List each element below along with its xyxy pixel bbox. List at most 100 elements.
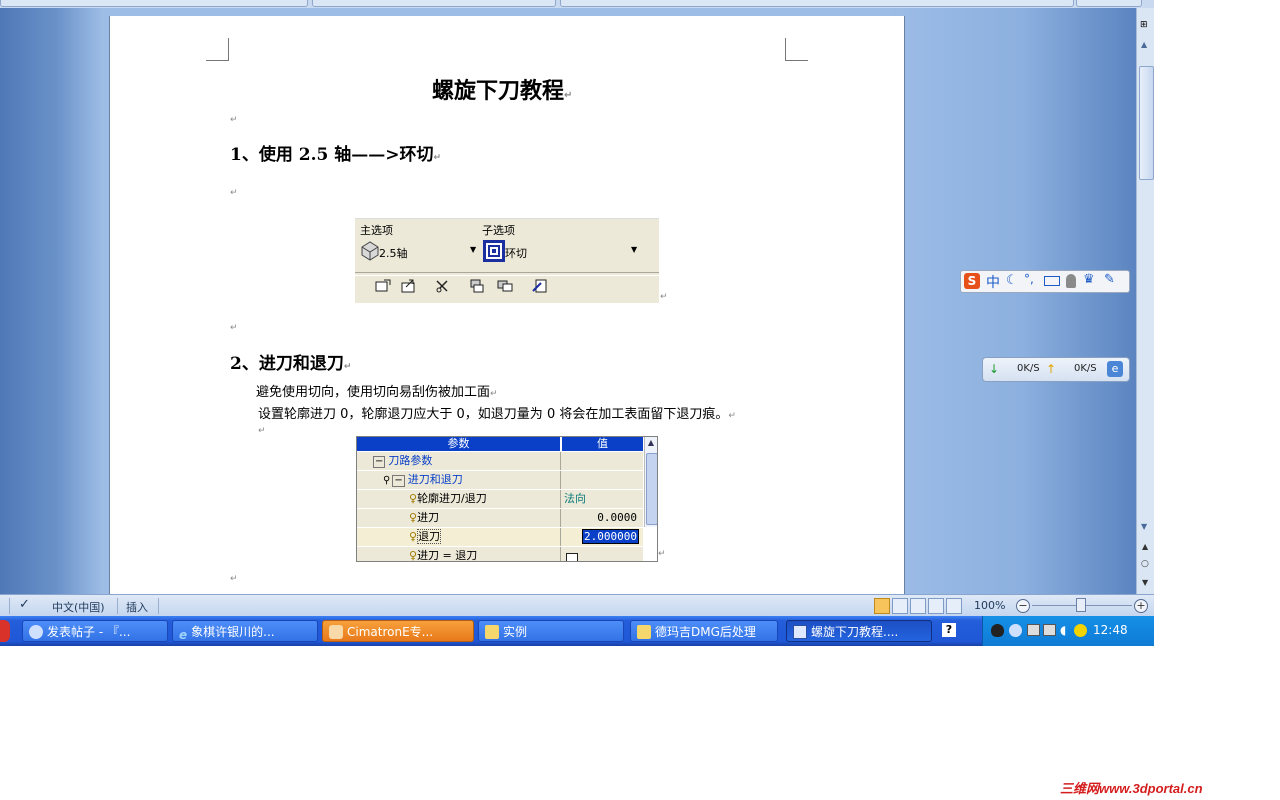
main-option-label: 主选项 xyxy=(360,224,393,237)
ie-icon[interactable]: e xyxy=(1107,361,1123,377)
scroll-thumb[interactable] xyxy=(646,453,657,525)
toolbar-icon-2[interactable] xyxy=(401,279,417,293)
next-page-icon[interactable]: ▼ xyxy=(1142,578,1148,587)
retract-value-input[interactable]: 2.000000 xyxy=(582,529,639,544)
insert-mode-status[interactable]: 插入 xyxy=(126,599,148,615)
view-buttons xyxy=(872,598,964,614)
param-name: − 刀路参数 xyxy=(357,452,561,470)
taskbar-item[interactable]: 德玛吉DMG后处理 xyxy=(630,620,778,642)
ribbon-group-4[interactable] xyxy=(1076,0,1142,7)
paragraph-mark: ↵ xyxy=(258,426,266,436)
scroll-thumb[interactable] xyxy=(1139,66,1154,180)
qq-icon[interactable] xyxy=(991,624,1004,637)
browser-icon xyxy=(29,625,43,639)
toolbar-icon-5[interactable] xyxy=(497,279,513,293)
table-row[interactable]: ♀轮廓进刀/退刀 法向 xyxy=(357,490,643,509)
taskbar-item[interactable]: 发表帖子 - 『... xyxy=(22,620,168,642)
parameter-table-image: 参数 值 − 刀路参数 ⚲ − 进刀和退刀 ♀轮廓进刀/退刀 法向 ♀进刀 0.000… xyxy=(356,436,658,562)
outline-view-icon[interactable] xyxy=(928,598,944,614)
chat-icon[interactable] xyxy=(1009,624,1022,637)
sub-option-dropdown-icon[interactable]: ▼ xyxy=(631,245,637,254)
zoom-out-icon[interactable]: − xyxy=(1016,599,1030,613)
zoom-level[interactable]: 100% xyxy=(974,599,1005,612)
volume-icon[interactable]: ◖ xyxy=(1060,623,1066,637)
network-icon[interactable] xyxy=(1027,624,1040,636)
table-row[interactable]: ♀进刀 = 退刀 xyxy=(357,547,643,561)
zoom-in-icon[interactable]: + xyxy=(1134,599,1148,613)
scroll-up-icon[interactable]: ▲ xyxy=(1141,40,1147,49)
keyboard-icon[interactable] xyxy=(1044,276,1060,286)
skin-icon[interactable]: ♛ xyxy=(1083,272,1095,287)
proofing-icon[interactable]: ✓ xyxy=(19,597,30,612)
main-option-dropdown-icon[interactable]: ▼ xyxy=(470,245,476,254)
language-status[interactable]: 中文(中国) xyxy=(52,599,105,615)
network-disconnected-icon[interactable] xyxy=(1043,624,1056,636)
section-heading-1: 1、使用 2.5 轴——>环切↵ xyxy=(230,145,442,165)
ribbon-group-3[interactable] xyxy=(560,0,1074,7)
param-name: ⚲ − 进刀和退刀 xyxy=(357,471,561,489)
sogou-logo-icon[interactable]: S xyxy=(964,273,980,289)
table-row-selected[interactable]: ♀退刀 2.000000 xyxy=(357,528,643,547)
table-row[interactable]: ⚲ − 进刀和退刀 xyxy=(357,471,643,490)
ime-mode[interactable]: 中 xyxy=(986,272,1000,292)
document-page[interactable]: 螺旋下刀教程↵ ↵ 1、使用 2.5 轴——>环切↵ ↵ 主选项 子选项 2.5… xyxy=(109,16,905,594)
toolbar-icon-3[interactable] xyxy=(435,279,451,293)
scroll-down-icon[interactable]: ▼ xyxy=(1141,522,1147,531)
pocket-spiral-icon xyxy=(483,240,505,262)
help-icon[interactable]: ? xyxy=(942,623,956,637)
options-panel-image: 主选项 子选项 2.5轴 ▼ 环切 ▼ xyxy=(355,218,659,303)
watermark: 三维网www.3dportal.cn xyxy=(1060,781,1203,796)
toolbar-icon-6[interactable] xyxy=(532,279,548,293)
start-button[interactable] xyxy=(0,620,10,642)
user-icon[interactable] xyxy=(1066,274,1076,288)
table-row[interactable]: ♀进刀 0.0000 xyxy=(357,509,643,528)
main-option-value[interactable]: 2.5轴 xyxy=(379,245,408,261)
paragraph-mark: ↵ xyxy=(660,292,668,302)
ime-toolbar: S 中 ☾ °, ♛ ✎ xyxy=(960,270,1130,293)
margin-corner-tr xyxy=(785,38,808,61)
taskbar-item[interactable]: e 象棋许银川的... xyxy=(172,620,318,642)
download-speed: 0K/S xyxy=(1017,363,1040,374)
scroll-up-icon[interactable]: ▲ xyxy=(646,438,656,450)
print-layout-view-icon[interactable] xyxy=(874,598,890,614)
checkbox[interactable] xyxy=(566,553,578,561)
split-icon[interactable]: ⊞ xyxy=(1140,20,1148,30)
paragraph-2: 设置轮廓进刀 0，轮廓退刀应大于 0，如退刀量为 0 将会在加工表面留下退刀痕。… xyxy=(258,407,736,422)
toolbar-icon-4[interactable] xyxy=(469,279,485,293)
taskbar-item[interactable]: CimatronE专... xyxy=(322,620,474,642)
paragraph-1: 避免使用切向，使用切向易刮伤被加工面↵ xyxy=(256,385,498,400)
section-heading-2: 2、进刀和退刀↵ xyxy=(230,354,352,374)
taskbar-item-active[interactable]: 螺旋下刀教程.... xyxy=(786,620,932,642)
web-layout-view-icon[interactable] xyxy=(910,598,926,614)
column-header-param: 参数 xyxy=(357,437,560,451)
clock[interactable]: 12:48 xyxy=(1093,623,1128,637)
zoom-slider-thumb[interactable] xyxy=(1076,598,1086,612)
draft-view-icon[interactable] xyxy=(946,598,962,614)
margin-corner-tl xyxy=(206,38,229,61)
moon-icon[interactable]: ☾ xyxy=(1006,273,1018,288)
sub-option-label: 子选项 xyxy=(482,224,515,237)
reading-view-icon[interactable] xyxy=(892,598,908,614)
param-name: ♀进刀 = 退刀 xyxy=(357,547,561,561)
divider xyxy=(9,598,10,614)
document-title: 螺旋下刀教程↵ xyxy=(432,78,573,104)
sub-option-value[interactable]: 环切 xyxy=(505,245,527,261)
plus-icon[interactable] xyxy=(1074,624,1087,637)
browse-object-icon[interactable]: ○ xyxy=(1141,559,1149,569)
paragraph-mark: ↵ xyxy=(658,549,666,559)
status-bar: ✓ 中文(中国) 插入 100% − + xyxy=(0,594,1154,617)
vertical-scrollbar[interactable]: ⊞ ▲ ▼ ▲ ○ ▼ xyxy=(1136,8,1154,594)
ribbon-group-1[interactable] xyxy=(0,0,308,7)
toolbar-icon-1[interactable] xyxy=(375,279,391,293)
taskbar-item[interactable]: 实例 xyxy=(478,620,624,642)
settings-icon[interactable]: ✎ xyxy=(1104,272,1115,287)
table-row[interactable]: − 刀路参数 xyxy=(357,452,643,471)
previous-page-icon[interactable]: ▲ xyxy=(1142,542,1148,551)
ribbon-group-2[interactable] xyxy=(312,0,556,7)
param-name: ♀轮廓进刀/退刀 xyxy=(357,490,561,508)
table-scrollbar[interactable]: ▲ xyxy=(644,437,657,527)
folder-icon xyxy=(485,625,499,639)
paragraph-mark: ↵ xyxy=(230,574,238,584)
punctuation-icon[interactable]: °, xyxy=(1024,272,1034,286)
param-name: ♀退刀 xyxy=(357,528,561,546)
